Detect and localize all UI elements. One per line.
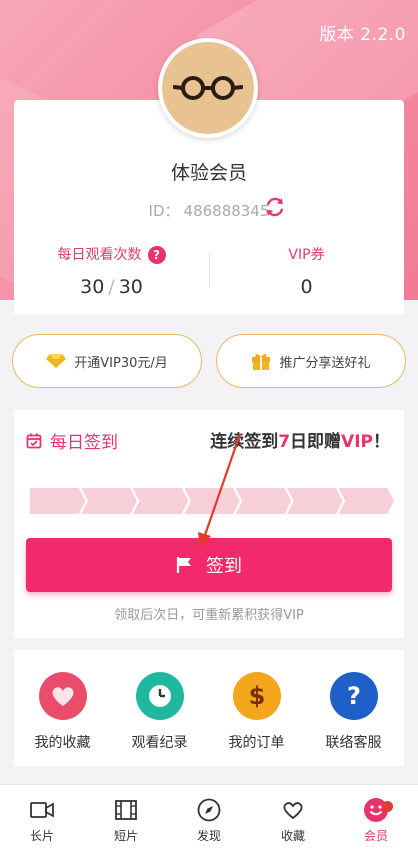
checkin-card: 每日签到 连续签到7日即赠VIP！ 签到 领取后次日，可重新累积获得VIP	[14, 410, 404, 638]
progress-segment	[184, 488, 240, 514]
avatar[interactable]	[158, 38, 258, 138]
vip-coupon-value: 0	[300, 276, 313, 298]
tab-member[interactable]: 会员	[334, 797, 418, 844]
user-id: ID： 486888345	[0, 200, 418, 221]
progress-segment	[235, 488, 292, 514]
share-gift-button[interactable]: 推广分享送好礼	[216, 334, 406, 388]
vip-coupon-stat: VIP券 0	[209, 244, 404, 298]
svg-text:?: ?	[347, 682, 361, 710]
tab-favorites-label: 收藏	[280, 829, 305, 843]
version-label: 版本 2.2.0	[319, 25, 406, 45]
vip-coupon-title: VIP券	[288, 247, 325, 263]
film-icon	[84, 797, 168, 823]
progress-segment	[287, 488, 343, 514]
stats-row: 每日观看次数? 30/30 VIP券 0	[14, 230, 404, 314]
open-vip-button[interactable]: 开通VIP30元/月	[12, 334, 202, 388]
watch-history-button[interactable]: 观看纪录	[111, 672, 208, 752]
checkin-promo: 连续签到7日即赠VIP！	[210, 427, 390, 452]
checkin-title-text: 每日签到	[50, 433, 118, 453]
progress-segment	[81, 488, 137, 514]
open-vip-label: 开通VIP30元/月	[74, 355, 168, 371]
tab-short-videos[interactable]: 短片	[84, 797, 168, 844]
tab-long-videos-label: 长片	[29, 829, 54, 843]
smile-icon	[334, 797, 418, 823]
question-icon: ?	[329, 672, 378, 720]
watch-history-label: 观看纪录	[131, 735, 188, 751]
tab-discover[interactable]: 发现	[167, 797, 251, 844]
heart-outline-icon	[251, 797, 335, 823]
my-orders-button[interactable]: $ 我的订单	[208, 672, 305, 752]
checkin-button[interactable]: 签到	[26, 538, 392, 592]
tab-favorites[interactable]: 收藏	[251, 797, 335, 844]
user-id-value: 486888345	[183, 202, 270, 220]
daily-views-stat: 每日观看次数? 30/30	[14, 244, 209, 298]
customer-service-label: 联络客服	[325, 735, 382, 751]
progress-segment	[338, 488, 394, 514]
calendar-check-icon	[26, 433, 42, 449]
checkin-promo-suffix: ！	[373, 432, 390, 452]
flag-icon	[176, 556, 192, 574]
actions-card: 我的收藏 观看纪录 $ 我的订单 ? 联络客服	[14, 650, 404, 766]
tab-member-label: 会员	[363, 829, 388, 843]
daily-views-value: 30/30	[14, 276, 209, 298]
help-icon[interactable]: ?	[147, 246, 166, 264]
bottom-tab-bar: 长片 短片 发现 收藏 会员	[0, 784, 418, 858]
my-orders-label: 我的订单	[228, 735, 285, 751]
daily-views-total: 30	[118, 276, 143, 298]
user-id-label: ID：	[148, 202, 180, 220]
video-icon	[0, 797, 84, 823]
notification-dot	[382, 801, 393, 812]
heart-icon	[38, 672, 87, 720]
daily-views-title: 每日观看次数	[57, 247, 142, 263]
clock-icon	[135, 672, 184, 720]
diamond-icon	[46, 353, 67, 369]
progress-segment	[132, 488, 189, 514]
share-gift-label: 推广分享送好礼	[279, 355, 371, 371]
my-favorites-button[interactable]: 我的收藏	[14, 672, 111, 752]
checkin-title: 每日签到	[26, 428, 118, 453]
svg-text:$: $	[248, 682, 265, 710]
progress-segment	[30, 488, 86, 514]
checkin-button-label: 签到	[206, 556, 242, 577]
daily-views-title-row: 每日观看次数?	[14, 244, 209, 264]
checkin-note: 领取后次日，可重新累积获得VIP	[114, 608, 304, 623]
checkin-promo-prefix: 连续签到	[210, 432, 279, 452]
tab-long-videos[interactable]: 长片	[0, 797, 84, 844]
daily-views-sep: /	[108, 276, 115, 298]
checkin-progress	[30, 488, 394, 514]
gift-icon	[251, 352, 271, 370]
checkin-promo-days: 7	[278, 432, 291, 452]
customer-service-button[interactable]: ? 联络客服	[305, 672, 402, 752]
daily-views-used: 30	[80, 276, 105, 298]
my-favorites-label: 我的收藏	[34, 735, 91, 751]
checkin-promo-vip: VIP	[341, 432, 373, 452]
checkin-promo-mid: 日即赠	[290, 432, 342, 452]
compass-icon	[167, 797, 251, 823]
user-name: 体验会员	[170, 162, 247, 184]
refresh-icon[interactable]	[264, 196, 286, 218]
tab-discover-label: 发现	[196, 829, 221, 843]
glasses-icon	[173, 76, 243, 100]
dollar-icon: $	[232, 672, 281, 720]
tab-short-videos-label: 短片	[113, 829, 138, 843]
